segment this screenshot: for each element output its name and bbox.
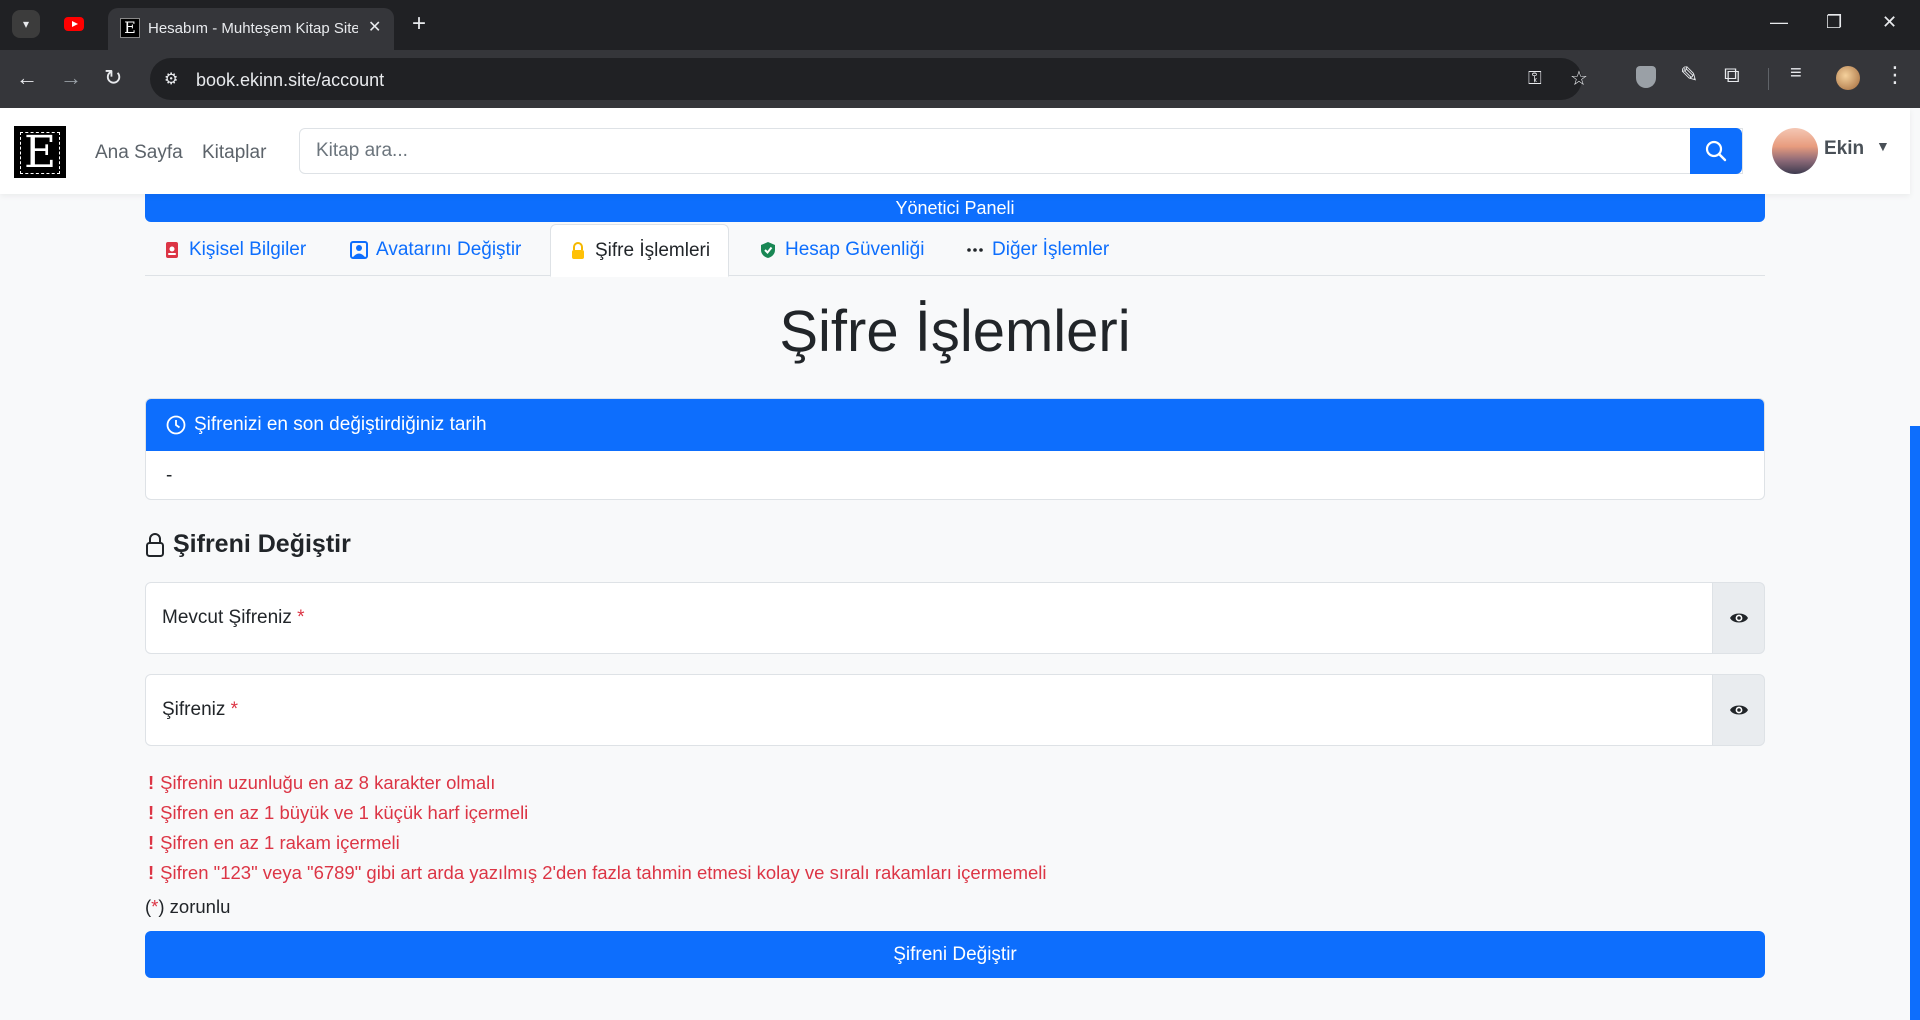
media-control-icon[interactable]: ≡ [1790, 62, 1802, 85]
last-changed-header: Şifrenizi en son değiştirdiğiniz tarih [146, 399, 1764, 451]
tab-label: Şifre İşlemleri [595, 239, 711, 261]
required-asterisk: * [230, 699, 239, 720]
required-note: (*) zorunlu [145, 896, 230, 918]
minimize-window-icon[interactable]: — [1770, 12, 1788, 33]
password-rule: ! Şifren en az 1 rakam içermeli [148, 828, 1046, 858]
browser-toolbar: ← → ↻ ⚙ book.ekinn.site/account ⚿ ☆ [0, 50, 1920, 108]
browser-tab-active[interactable]: E Hesabım - Muhteşem Kitap Sitesi ✕ [108, 8, 394, 50]
site-navbar: E Ana Sayfa Kitaplar Ekin ▼ [0, 108, 1910, 194]
current-password-label: Mevcut Şifreniz * [162, 607, 305, 629]
nav-link-books[interactable]: Kitaplar [202, 142, 266, 164]
tab-label: Kişisel Bilgiler [189, 239, 307, 260]
url-text[interactable]: book.ekinn.site/account [196, 70, 384, 91]
last-changed-value: - [166, 465, 173, 486]
browser-tab-bar: ▾ E Hesabım - Muhteşem Kitap Sitesi ✕ + … [0, 0, 1920, 50]
tab-other-actions[interactable]: Diğer İşlemler [948, 224, 1127, 276]
toggle-new-password-visibility[interactable] [1713, 674, 1765, 746]
tab-label: Diğer İşlemler [992, 239, 1110, 260]
eye-icon [1729, 613, 1748, 623]
logo-letter: E [20, 131, 60, 175]
shield-check-icon [761, 242, 775, 258]
user-menu-caret-icon[interactable]: ▼ [1876, 138, 1890, 154]
site-logo[interactable]: E [14, 126, 66, 178]
extensions-puzzle-icon[interactable]: ⧉ [1724, 62, 1740, 88]
ublock-extension-icon[interactable] [1636, 66, 1656, 88]
new-password-label-text: Şifreniz [162, 699, 226, 720]
page-scrollbar-thumb[interactable] [1910, 426, 1920, 1020]
tab-account-security[interactable]: Hesap Güvenliği [741, 224, 942, 276]
search-button[interactable] [1690, 128, 1742, 174]
bookmark-star-icon[interactable]: ☆ [1570, 66, 1588, 91]
person-badge-icon [166, 242, 178, 258]
tab-label: Avatarını Değiştir [376, 239, 522, 260]
youtube-tab-icon[interactable] [64, 17, 84, 31]
tab-search-chevron-icon[interactable]: ▾ [12, 10, 40, 38]
tab-label: Hesap Güvenliği [785, 239, 925, 260]
lock-icon [572, 241, 584, 259]
search-input[interactable] [300, 129, 1742, 173]
restore-window-icon[interactable]: ❐ [1826, 12, 1842, 33]
page-title: Şifre İşlemleri [779, 299, 1131, 364]
clock-icon [166, 415, 186, 435]
password-rule: ! Şifren "123" veya "6789" gibi art arda … [148, 858, 1046, 888]
site-info-icon[interactable]: ⚙ [164, 69, 178, 89]
rule-text: Şifren en az 1 büyük ve 1 küçük harf içe… [160, 802, 529, 823]
required-asterisk: * [297, 607, 305, 628]
rule-text: Şifren en az 1 rakam içermeli [160, 832, 400, 853]
browser-tab-title: Hesabım - Muhteşem Kitap Sitesi [148, 20, 358, 37]
address-bar[interactable]: ⚙ book.ekinn.site/account ⚿ ☆ [150, 58, 1588, 100]
required-note-text: ) zorunlu [158, 896, 231, 917]
close-window-icon[interactable]: ✕ [1882, 12, 1897, 33]
exclamation-icon: ! [148, 832, 155, 853]
three-dots-icon [967, 248, 983, 252]
person-square-icon [350, 241, 368, 259]
new-password-label: Şifreniz * [162, 699, 238, 721]
current-password-field[interactable]: Mevcut Şifreniz * [145, 582, 1713, 654]
password-key-icon[interactable]: ⚿ [1528, 68, 1542, 89]
new-tab-icon[interactable]: + [412, 10, 426, 38]
tab-personal-info[interactable]: Kişisel Bilgiler [145, 224, 324, 276]
rule-text: Şifren "123" veya "6789" gibi art arda y… [160, 862, 1047, 883]
tab-password[interactable]: Şifre İşlemleri [550, 224, 730, 277]
exclamation-icon: ! [148, 802, 155, 823]
profile-avatar-icon[interactable] [1836, 66, 1860, 90]
current-password-label-text: Mevcut Şifreniz [162, 607, 292, 628]
nav-link-home[interactable]: Ana Sayfa [95, 142, 183, 164]
last-changed-title: Şifrenizi en son değiştirdiğiniz tarih [194, 414, 487, 435]
pen-extension-icon[interactable]: ✎ [1680, 62, 1698, 88]
user-name[interactable]: Ekin [1824, 138, 1864, 160]
current-password-group: Mevcut Şifreniz * [145, 582, 1765, 654]
close-tab-icon[interactable]: ✕ [368, 17, 381, 37]
change-password-title: Şifreni Değiştir [173, 530, 351, 558]
exclamation-icon: ! [148, 862, 155, 883]
back-arrow-icon[interactable]: ← [16, 64, 38, 92]
new-password-group: Şifreniz * [145, 674, 1765, 746]
eye-icon [1729, 705, 1748, 715]
rule-text: Şifrenin uzunluğu en az 8 karakter olmal… [160, 772, 496, 793]
unlock-icon [146, 532, 164, 557]
search-icon [1705, 140, 1727, 162]
toggle-current-password-visibility[interactable] [1713, 582, 1765, 654]
new-password-field[interactable]: Şifreniz * [145, 674, 1713, 746]
new-password-input[interactable] [146, 675, 1712, 745]
password-rule: ! Şifrenin uzunluğu en az 8 karakter olma… [148, 768, 1046, 798]
last-changed-card: Şifrenizi en son değiştirdiğiniz tarih - [145, 398, 1765, 500]
user-avatar[interactable] [1772, 128, 1818, 174]
change-password-heading: Şifreni Değiştir [145, 530, 351, 559]
tab-change-avatar[interactable]: Avatarını Değiştir [332, 224, 539, 276]
password-rule: ! Şifren en az 1 büyük ve 1 küçük harf iç… [148, 798, 1046, 828]
reload-icon[interactable]: ↻ [104, 64, 122, 92]
password-rules-list: ! Şifrenin uzunluğu en az 8 karakter olma… [148, 768, 1046, 888]
exclamation-icon: ! [148, 772, 155, 793]
account-tabs: Kişisel Bilgiler Avatarını Değiştir Şifr… [145, 224, 1765, 277]
search-box [299, 128, 1743, 174]
page-viewport: Yönetici Paneli E Ana Sayfa Kitaplar Eki… [0, 108, 1920, 1020]
current-password-input[interactable] [146, 583, 1712, 653]
forward-arrow-icon[interactable]: → [60, 64, 82, 92]
change-password-button[interactable]: Şifreni Değiştir [145, 931, 1765, 978]
more-menu-icon[interactable]: ⋮ [1884, 62, 1906, 88]
toolbar-divider [1768, 68, 1769, 90]
site-favicon-icon: E [120, 18, 140, 38]
